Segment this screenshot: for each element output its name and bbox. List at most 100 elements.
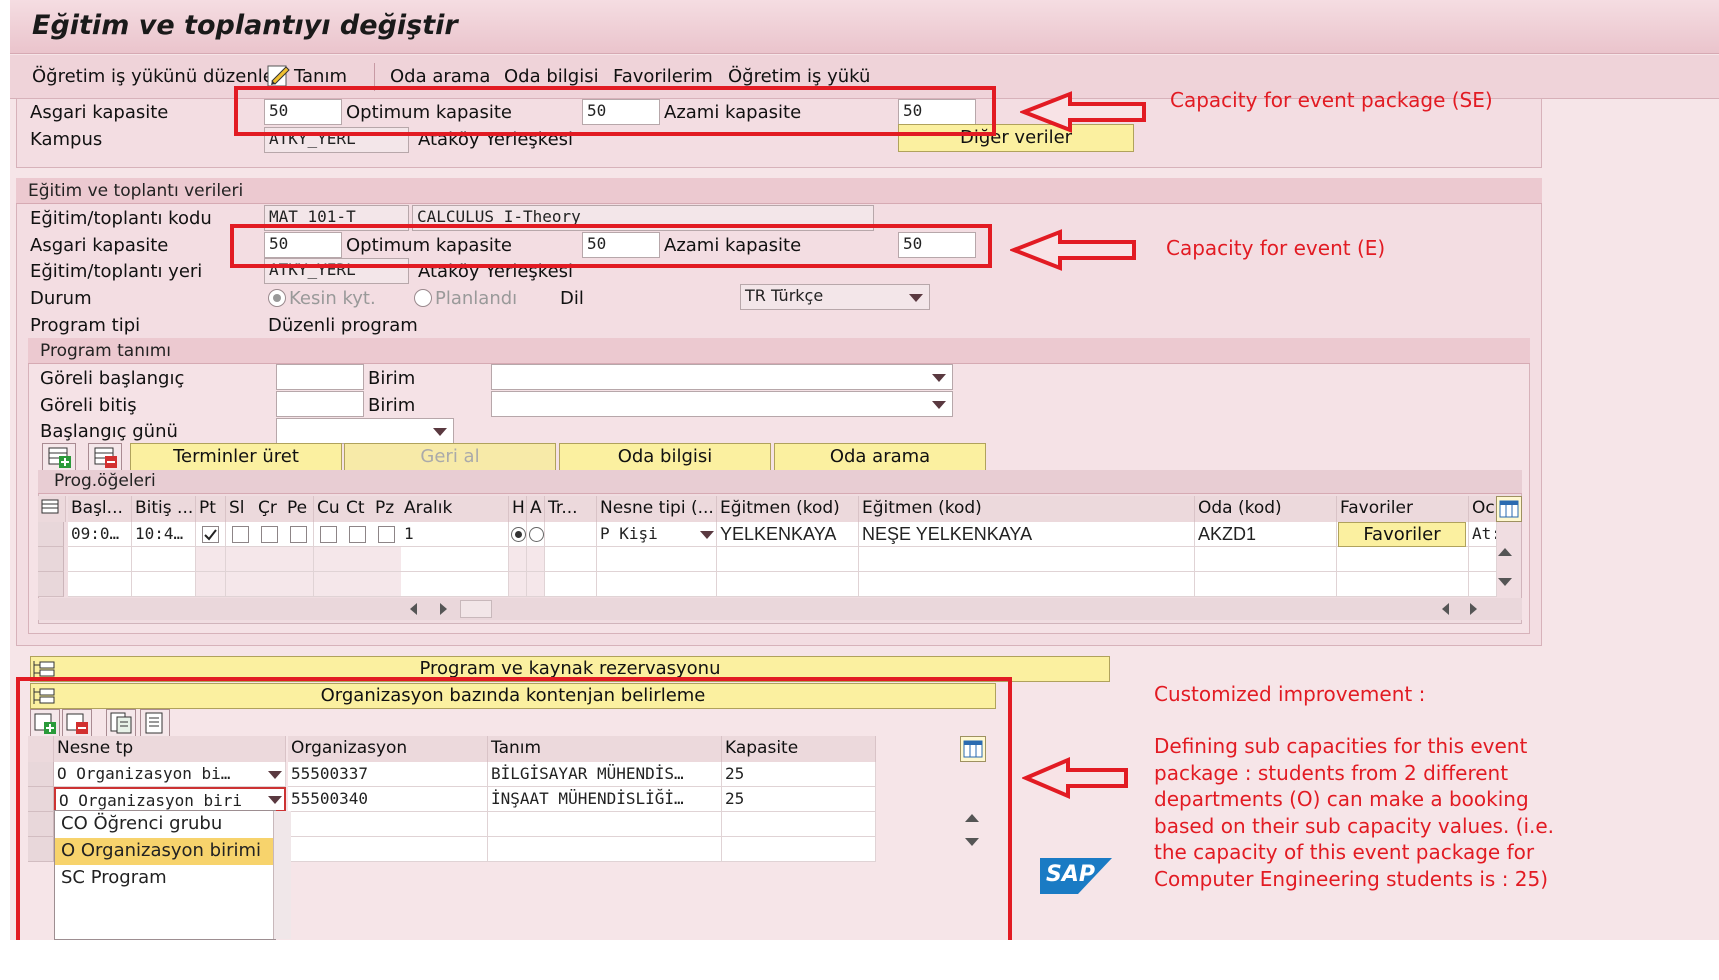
row-selector[interactable] <box>38 572 64 597</box>
table-cell[interactable] <box>132 547 196 572</box>
highlight-box-package <box>234 86 996 136</box>
table-cell[interactable] <box>196 572 226 597</box>
weekday-checkbox[interactable] <box>261 526 278 543</box>
scroll-down-icon[interactable] <box>1498 578 1512 586</box>
edit-workload-button[interactable]: Öğretim iş yükünü düzenle <box>32 66 274 87</box>
start-day-select[interactable] <box>276 418 454 444</box>
weekday-checkbox[interactable] <box>202 526 219 543</box>
chevron-down-icon[interactable] <box>700 531 714 539</box>
tree-expand-icon[interactable] <box>32 659 56 679</box>
sap-logo-text: SAP <box>1046 862 1095 887</box>
scroll-left-icon[interactable] <box>1442 603 1449 615</box>
table-cell[interactable] <box>509 572 527 597</box>
weekday-checkbox[interactable] <box>290 526 307 543</box>
scroll-right-icon[interactable] <box>440 603 447 615</box>
table-cell[interactable] <box>284 572 314 597</box>
table-cell[interactable] <box>343 547 373 572</box>
relative-start-label: Göreli başlangıç <box>40 368 185 389</box>
program-row-cell-15[interactable]: NEŞE YELKENKAYA <box>859 522 1195 547</box>
table-cell[interactable] <box>68 547 132 572</box>
table-cell[interactable] <box>1195 547 1337 572</box>
table-cell[interactable] <box>527 572 545 597</box>
relative-end-field[interactable] <box>276 391 364 417</box>
room-info-button[interactable]: Oda bilgisi <box>504 66 599 87</box>
end-unit-select[interactable] <box>491 391 953 417</box>
a-radio[interactable] <box>529 527 544 542</box>
language-select[interactable]: TR Türkçe <box>740 284 930 310</box>
teaching-workload-button[interactable]: Öğretim iş yükü <box>728 66 870 87</box>
room-info-button-2[interactable]: Oda bilgisi <box>559 443 771 471</box>
program-type-value: Düzenli program <box>268 315 418 336</box>
table-cell[interactable] <box>1469 547 1497 572</box>
table-cell[interactable] <box>401 572 509 597</box>
scroll-right-icon[interactable] <box>1470 603 1477 615</box>
table-cell[interactable] <box>859 572 1195 597</box>
table-cell[interactable] <box>509 547 527 572</box>
table-settings-icon[interactable] <box>38 496 66 522</box>
favorites-button[interactable]: Favorilerim <box>613 66 713 87</box>
table-cell[interactable] <box>1469 572 1497 597</box>
weekday-checkbox[interactable] <box>320 526 337 543</box>
table-cell[interactable] <box>132 572 196 597</box>
program-row-cell-16[interactable]: AKZD1 <box>1195 522 1337 547</box>
table-cell[interactable] <box>255 572 285 597</box>
table-cell[interactable] <box>1337 547 1469 572</box>
generate-dates-button[interactable]: Terminler üret <box>130 443 342 471</box>
table-cell[interactable] <box>527 547 545 572</box>
program-row-cell-12[interactable] <box>545 522 597 547</box>
row-selector[interactable] <box>38 547 64 572</box>
table-cell[interactable] <box>314 572 344 597</box>
table-cell[interactable] <box>196 547 226 572</box>
room-search-button[interactable]: Oda arama <box>390 66 490 87</box>
sap-window: Eğitim ve toplantıyı değiştir Öğretim iş… <box>10 0 1719 940</box>
scroll-up-icon[interactable] <box>1498 548 1512 556</box>
table-cell[interactable] <box>859 547 1195 572</box>
program-row-cell-1[interactable]: 10:4… <box>132 522 196 547</box>
weekday-checkbox[interactable] <box>232 526 249 543</box>
program-row-cell-9[interactable]: 1 <box>401 522 509 547</box>
add-row-icon[interactable] <box>42 443 76 471</box>
status-planned-radio[interactable] <box>414 289 432 307</box>
table-cell[interactable] <box>1195 572 1337 597</box>
program-items-title: Prog.öğeleri <box>38 470 1522 494</box>
table-cell[interactable] <box>314 547 344 572</box>
favorites-row-button[interactable]: Favoriler <box>1338 522 1466 547</box>
table-cell[interactable] <box>372 572 402 597</box>
scroll-left-icon[interactable] <box>410 603 417 615</box>
table-cell[interactable] <box>372 547 402 572</box>
table-cell[interactable] <box>545 572 597 597</box>
program-row-cell-13[interactable]: P Kişi <box>597 522 717 547</box>
table-cell[interactable] <box>68 572 132 597</box>
program-row-cell-18[interactable]: At: <box>1469 522 1497 547</box>
table-cell[interactable] <box>343 572 373 597</box>
table-cell[interactable] <box>284 547 314 572</box>
scroll-thumb[interactable] <box>460 600 492 618</box>
table-cell[interactable] <box>597 572 717 597</box>
h-radio[interactable] <box>511 527 526 542</box>
row-selector[interactable] <box>38 522 64 547</box>
status-confirmed-radio[interactable] <box>268 289 286 307</box>
table-cell[interactable] <box>717 547 859 572</box>
room-search-button-2[interactable]: Oda arama <box>774 443 986 471</box>
table-cell[interactable] <box>545 547 597 572</box>
weekday-checkbox[interactable] <box>349 526 366 543</box>
program-row-cell-14[interactable]: YELKENKAYA <box>717 522 859 547</box>
definition-button[interactable]: Tanım <box>294 66 347 87</box>
program-row-cell-0[interactable]: 09:0… <box>68 522 132 547</box>
table-cell[interactable] <box>255 547 285 572</box>
column-layout-icon[interactable] <box>1496 496 1522 522</box>
start-unit-select[interactable] <box>491 364 953 390</box>
weekday-checkbox[interactable] <box>378 526 395 543</box>
relative-start-field[interactable] <box>276 364 364 390</box>
table-cell[interactable] <box>226 547 256 572</box>
table-cell[interactable] <box>1337 572 1469 597</box>
table-cell[interactable] <box>401 547 509 572</box>
undo-button[interactable]: Geri al <box>344 443 556 471</box>
table-cell[interactable] <box>226 572 256 597</box>
table-cell[interactable] <box>717 572 859 597</box>
horizontal-scrollbar[interactable] <box>38 598 1522 620</box>
table-cell[interactable] <box>597 547 717 572</box>
highlight-box-quota <box>16 677 1012 940</box>
annotation-event-capacity: Capacity for event (E) <box>1166 236 1386 260</box>
delete-row-icon[interactable] <box>88 443 122 471</box>
